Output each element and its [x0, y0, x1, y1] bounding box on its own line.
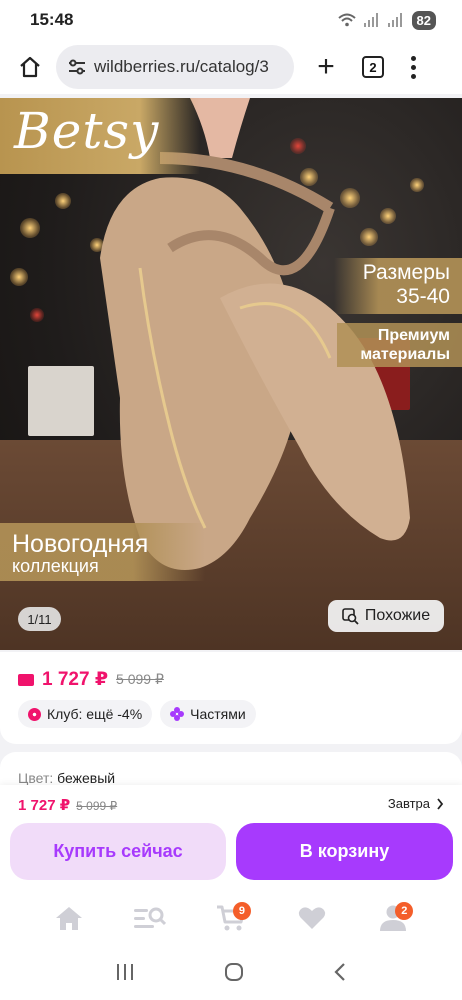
delivery-label: Завтра: [387, 796, 430, 811]
browser-toolbar: wildberries.ru/catalog/3 + 2: [0, 40, 462, 94]
site-settings-icon[interactable]: [68, 59, 86, 75]
price-row: 1 727 ₽ 5 099 ₽: [18, 668, 164, 691]
club-icon: [28, 707, 41, 721]
system-navigation: [0, 948, 462, 1000]
purchase-bar: 1 727 ₽ 5 099 ₽ Завтра Купить сейчас В к…: [0, 785, 462, 888]
heart-icon: [299, 907, 326, 929]
delivery-info[interactable]: Завтра: [388, 796, 444, 811]
materials-label: Премиум материалы: [360, 327, 450, 363]
tab-switcher-button[interactable]: 2: [362, 56, 384, 78]
circle-home-icon: [224, 962, 243, 981]
system-back-button[interactable]: [333, 962, 347, 987]
battery-indicator: 82: [411, 10, 436, 30]
home-button[interactable]: [12, 49, 48, 85]
club-chip[interactable]: Клуб: ещё -4%: [18, 700, 153, 728]
back-chevron-icon: [334, 962, 346, 981]
status-bar: 15:48 82: [0, 0, 462, 40]
status-time: 15:48: [30, 10, 74, 29]
installments-label: Частями: [190, 706, 246, 722]
bottom-navigation: 9 2: [0, 888, 462, 948]
cart-badge: 9: [232, 902, 251, 920]
home-icon: [55, 907, 82, 930]
system-home-button[interactable]: [224, 962, 244, 987]
profile-badge: 2: [395, 902, 414, 920]
plus-icon: +: [317, 50, 335, 83]
installments-icon: [170, 707, 185, 721]
new-tab-button[interactable]: +: [312, 50, 340, 83]
signal-icon: [363, 13, 378, 27]
similar-button[interactable]: Похожие: [328, 600, 444, 632]
add-to-cart-button[interactable]: В корзину: [236, 823, 453, 880]
browser-menu-button[interactable]: [408, 55, 418, 79]
purchase-price: 1 727 ₽: [18, 797, 71, 814]
wallet-icon: [18, 673, 34, 686]
club-label: Клуб: ещё -4%: [47, 706, 143, 722]
catalog-search-icon: [133, 907, 166, 928]
brand-logo: Betsy: [14, 102, 160, 160]
recent-apps-icon: [116, 963, 133, 980]
product-image-carousel[interactable]: Betsy Размеры 35-40 Премиум материалы Но…: [0, 98, 462, 650]
nav-home[interactable]: [49, 898, 89, 938]
sizes-title: Размеры: [362, 261, 450, 284]
wifi-icon: [337, 13, 356, 27]
current-price: 1 727 ₽: [42, 669, 109, 690]
collection-title: Новогодняя: [12, 530, 149, 558]
nav-catalog[interactable]: [130, 898, 170, 938]
color-row: Цвет: бежевый: [18, 770, 115, 786]
purchase-price-row: 1 727 ₽ 5 099 ₽: [18, 796, 117, 814]
buy-now-button[interactable]: Купить сейчас: [10, 823, 226, 880]
status-icons: 82: [337, 10, 436, 30]
nav-favorites[interactable]: [292, 898, 332, 938]
address-bar[interactable]: wildberries.ru/catalog/3: [56, 45, 294, 89]
home-icon: [20, 56, 40, 78]
sizes-range: 35-40: [396, 285, 450, 308]
installments-chip[interactable]: Частями: [160, 700, 256, 728]
url-text: wildberries.ru/catalog/3: [94, 57, 269, 76]
collection-subtitle: коллекция: [12, 556, 99, 576]
similar-label: Похожие: [364, 607, 431, 624]
price-card: 1 727 ₽ 5 099 ₽ Клуб: ещё -4% Частями: [0, 652, 462, 744]
recent-apps-button[interactable]: [115, 963, 135, 986]
signal-icon-2: [387, 13, 402, 27]
price-chips: Клуб: ещё -4% Частями: [18, 700, 256, 728]
purchase-old-price: 5 099 ₽: [76, 799, 118, 813]
old-price: 5 099 ₽: [116, 671, 164, 687]
image-counter: 1/11: [18, 607, 61, 631]
chevron-right-icon: [437, 797, 444, 810]
color-label: Цвет:: [18, 770, 54, 786]
similar-search-icon: [342, 607, 359, 625]
nav-profile[interactable]: 2: [373, 898, 414, 938]
color-value: бежевый: [57, 770, 116, 786]
nav-cart[interactable]: 9: [211, 898, 251, 938]
